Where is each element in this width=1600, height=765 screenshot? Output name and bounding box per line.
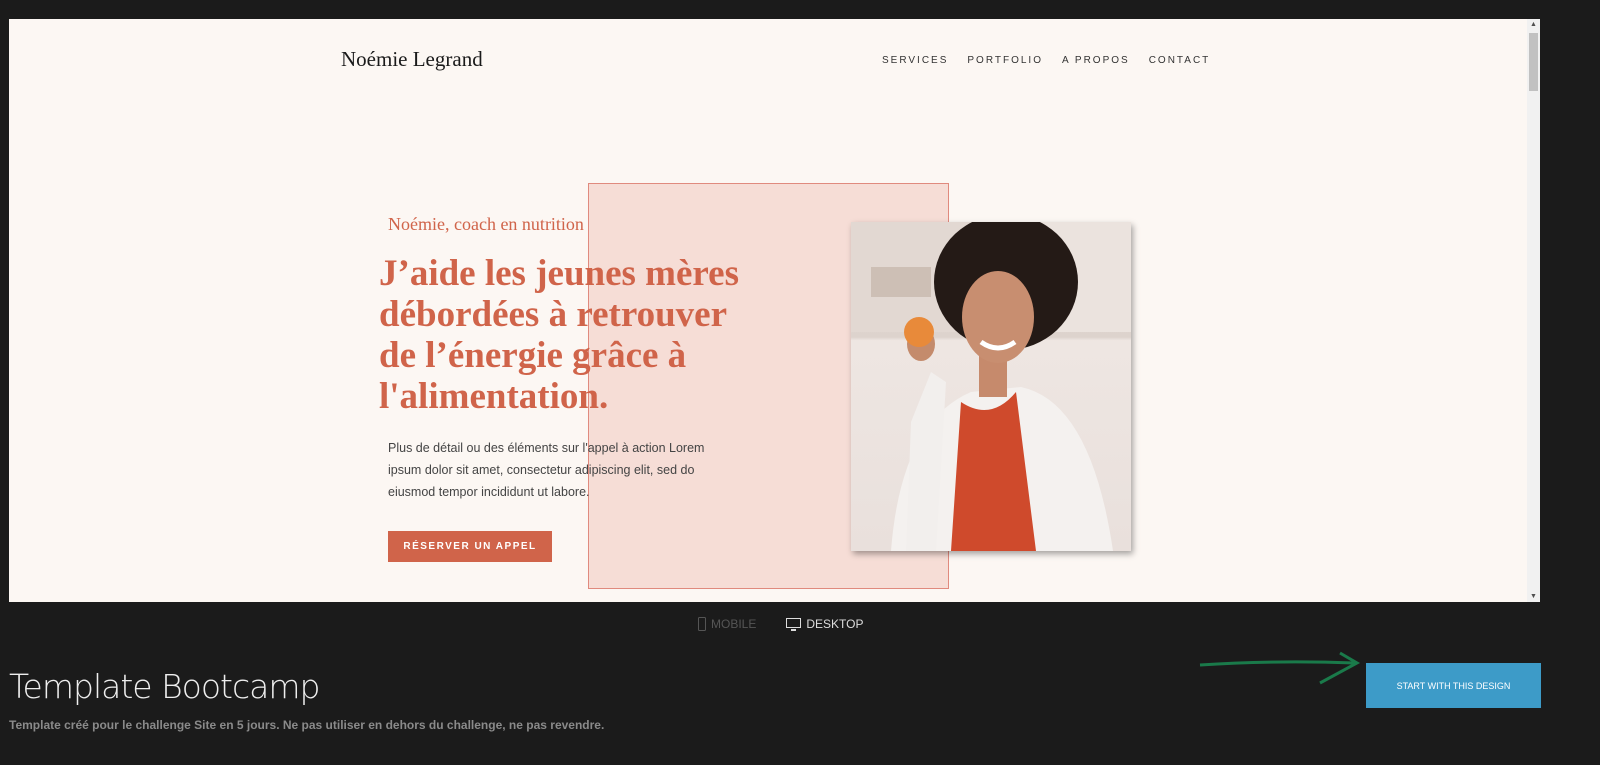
site-logo[interactable]: Noémie Legrand: [341, 47, 483, 72]
mobile-icon: [698, 617, 706, 631]
desktop-toggle[interactable]: DESKTOP: [786, 617, 864, 631]
hero-subtitle: Noémie, coach en nutrition: [388, 214, 584, 234]
template-preview-frame: Noémie Legrand SERVICES PORTFOLIO A PROP…: [9, 19, 1527, 602]
template-title: Template Bootcamp: [9, 667, 320, 706]
hero-headline: J’aide les jeunes mères débordées à retr…: [379, 253, 739, 417]
desktop-icon: [786, 617, 802, 631]
nav-services[interactable]: SERVICES: [882, 55, 948, 66]
hero-photo: [851, 222, 1131, 551]
nav-a-propos[interactable]: A PROPOS: [1062, 55, 1130, 66]
hero-body: Plus de détail ou des éléments sur l'app…: [388, 441, 705, 499]
preview-scrollbar[interactable]: ▲ ▼: [1527, 19, 1540, 602]
start-with-this-design-button[interactable]: START WITH THIS DESIGN: [1366, 663, 1541, 708]
scroll-up-icon[interactable]: ▲: [1530, 21, 1537, 28]
book-call-button[interactable]: RÉSERVER UN APPEL: [388, 531, 552, 562]
scrollbar-thumb[interactable]: [1529, 33, 1538, 91]
scroll-down-icon[interactable]: ▼: [1530, 593, 1537, 600]
site-nav: SERVICES PORTFOLIO A PROPOS CONTACT: [882, 55, 1210, 66]
desktop-label: DESKTOP: [806, 617, 864, 631]
arrow-annotation-icon: [1199, 651, 1361, 685]
nav-portfolio[interactable]: PORTFOLIO: [967, 55, 1043, 66]
nav-contact[interactable]: CONTACT: [1149, 55, 1211, 66]
template-description: Template créé pour le challenge Site en …: [9, 718, 605, 732]
mobile-label: MOBILE: [711, 617, 757, 631]
mobile-toggle[interactable]: MOBILE: [698, 617, 756, 631]
device-switcher: MOBILE DESKTOP: [698, 617, 864, 631]
